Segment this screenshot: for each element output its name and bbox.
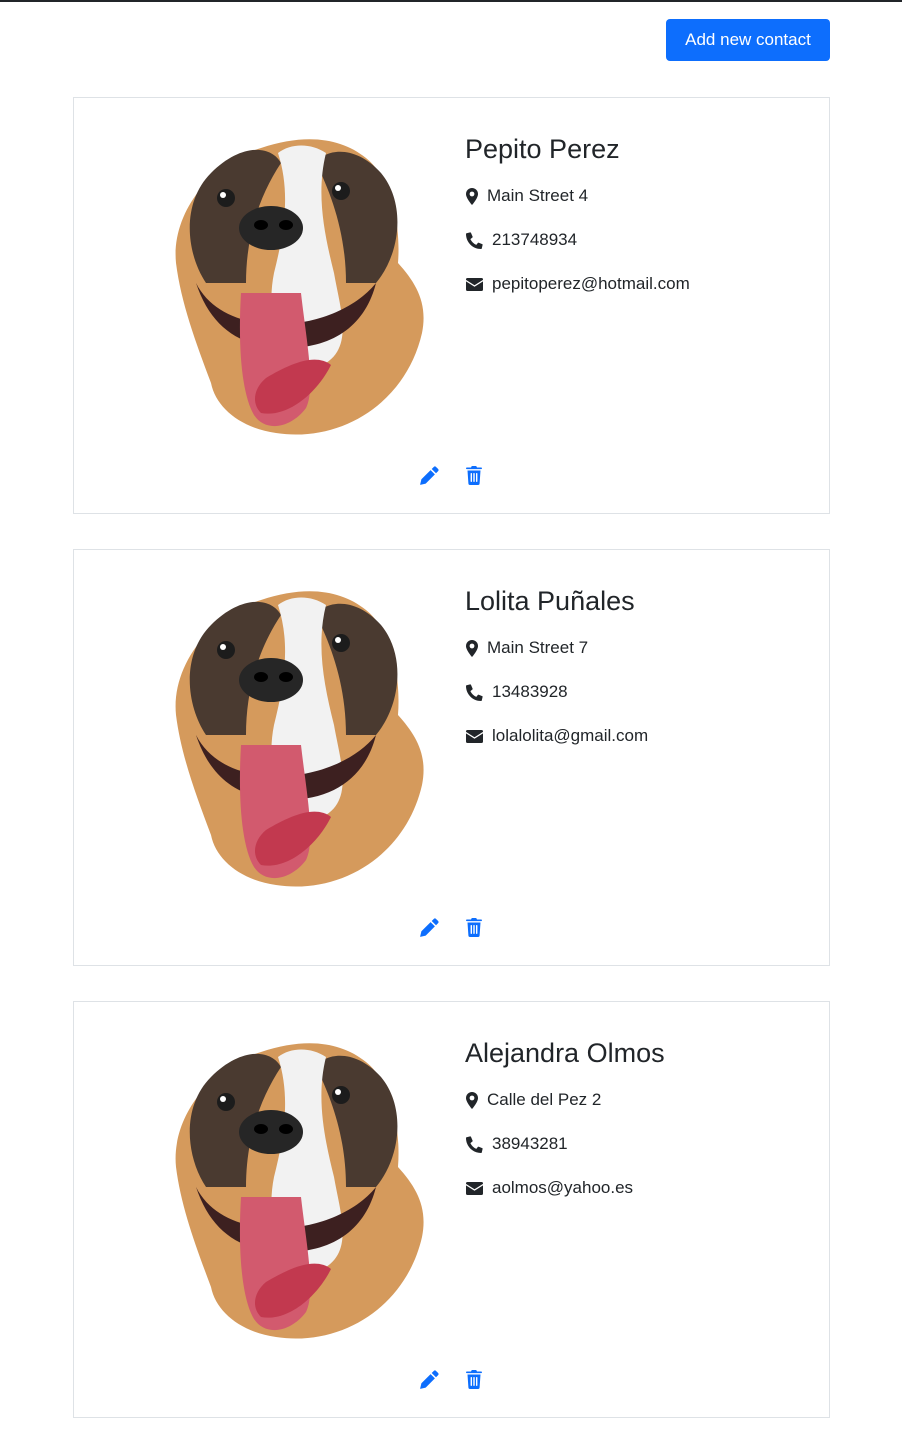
top-border	[0, 0, 902, 2]
contact-phone-row: 38943281	[465, 1134, 568, 1154]
contact-name: Pepito Perez	[465, 134, 620, 164]
contact-name: Lolita Puñales	[465, 586, 635, 616]
contact-photo	[175, 1043, 424, 1339]
pencil-icon	[419, 466, 438, 485]
contact-phone-row: 13483928	[465, 682, 568, 702]
phone-icon	[465, 230, 483, 250]
contact-address: Main Street 4	[487, 186, 589, 205]
contact-card: Alejandra Olmos Calle del Pez 2 38943281…	[73, 1001, 830, 1418]
edit-contact-button[interactable]	[419, 465, 439, 485]
contact-email: lolalolita@gmail.com	[492, 726, 649, 745]
trash-icon	[466, 465, 482, 485]
phone-icon	[465, 682, 483, 702]
delete-contact-button[interactable]	[464, 465, 484, 485]
map-marker-icon	[465, 186, 479, 206]
edit-contact-button[interactable]	[419, 917, 439, 937]
contact-email-row: lolalolita@gmail.com	[465, 726, 648, 746]
envelope-icon	[465, 274, 483, 294]
contact-card: Lolita Puñales Main Street 7 13483928 lo…	[73, 549, 830, 966]
add-new-contact-button[interactable]: Add new contact	[666, 19, 830, 61]
trash-icon	[466, 917, 482, 937]
pencil-icon	[419, 1370, 438, 1389]
contact-phone: 13483928	[492, 682, 568, 701]
contact-phone: 213748934	[492, 230, 578, 249]
contact-address-row: Main Street 7	[465, 638, 588, 658]
contact-address-row: Main Street 4	[465, 186, 588, 206]
contact-address: Calle del Pez 2	[487, 1090, 602, 1109]
contact-email: aolmos@yahoo.es	[492, 1178, 634, 1197]
contact-phone: 38943281	[492, 1134, 568, 1153]
contact-phone-row: 213748934	[465, 230, 577, 250]
delete-contact-button[interactable]	[464, 917, 484, 937]
contact-address: Main Street 7	[487, 638, 589, 657]
contact-photo	[175, 139, 424, 435]
pencil-icon	[419, 918, 438, 937]
contact-email-row: pepitoperez@hotmail.com	[465, 274, 690, 294]
contact-email: pepitoperez@hotmail.com	[492, 274, 690, 293]
map-marker-icon	[465, 1090, 479, 1110]
contact-address-row: Calle del Pez 2	[465, 1090, 601, 1110]
phone-icon	[465, 1134, 483, 1154]
contact-photo	[175, 591, 424, 887]
envelope-icon	[465, 1178, 483, 1198]
edit-contact-button[interactable]	[419, 1369, 439, 1389]
contact-card: Pepito Perez Main Street 4 213748934 pep…	[73, 97, 830, 514]
contact-email-row: aolmos@yahoo.es	[465, 1178, 633, 1198]
contact-list: Pepito Perez Main Street 4 213748934 pep…	[73, 97, 830, 1453]
contact-name: Alejandra Olmos	[465, 1038, 665, 1068]
envelope-icon	[465, 726, 483, 746]
trash-icon	[466, 1369, 482, 1389]
delete-contact-button[interactable]	[464, 1369, 484, 1389]
map-marker-icon	[465, 638, 479, 658]
